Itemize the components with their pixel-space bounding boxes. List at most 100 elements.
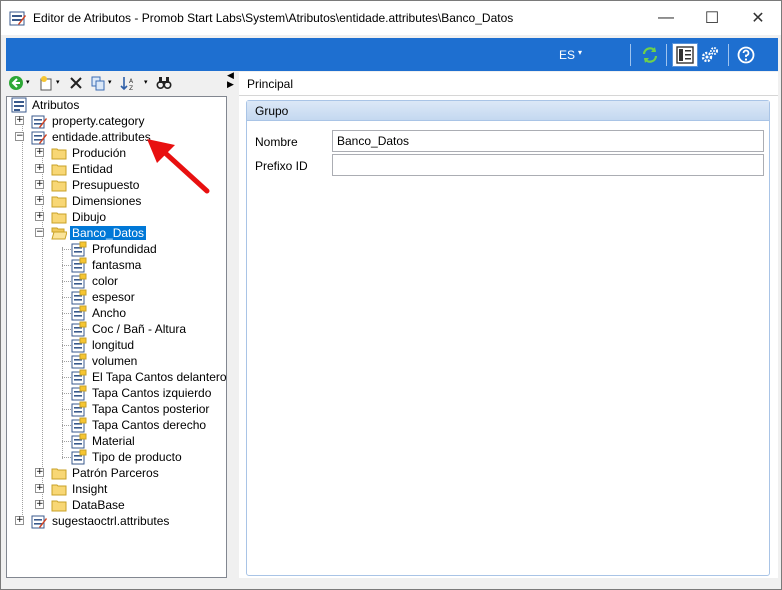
ribbon-separator [666,44,667,66]
tree-node[interactable]: Presupuesto [51,177,141,193]
tree-toolbar: ▾ ▾ ▾ A Z ▾ [6,72,226,94]
expand-plus-icon[interactable]: + [15,516,24,525]
ribbon-separator [630,44,631,66]
window-title: Editor de Atributos - Promob Start Labs\… [33,11,514,25]
collapse-minus-icon[interactable]: − [15,132,24,141]
settings-gears-icon[interactable] [701,46,719,64]
tree-node[interactable]: Dimensiones [51,193,143,209]
tree-node[interactable]: Material [71,433,137,449]
expand-plus-icon[interactable]: + [35,148,44,157]
collapse-minus-icon[interactable]: − [35,228,44,237]
tree-node-label: El Tapa Cantos delantero [92,370,227,384]
tree-line [62,249,71,250]
layout-panel-button[interactable] [672,43,698,67]
attribute-item-icon [71,401,87,417]
group-box: Grupo Nombre Prefixo ID [246,100,770,576]
chevron-down-icon[interactable]: ▾ [578,48,582,57]
tree-node[interactable]: longitud [71,337,136,353]
top-ribbon: ES ▾ [6,38,778,71]
tree-node[interactable]: DataBase [51,497,127,513]
tree-node[interactable]: El Tapa Cantos delantero [71,369,229,385]
back-green-icon[interactable] [8,75,24,91]
delete-icon[interactable] [68,75,84,91]
expand-plus-icon[interactable]: + [35,500,44,509]
tree-node-label: Insight [72,482,108,496]
help-icon[interactable] [737,46,755,64]
tree-node[interactable]: sugestaoctrl.attributes [31,513,171,529]
tree-line [62,393,71,394]
expand-plus-icon[interactable]: + [15,116,24,125]
tree-node[interactable]: Profundidad [71,241,159,257]
svg-text:A: A [129,78,134,85]
tree-node[interactable]: Patrón Parceros [51,465,161,481]
tree-node-label: Tipo de producto [92,450,182,464]
expand-plus-icon[interactable]: + [35,212,44,221]
expand-plus-icon[interactable]: + [35,468,44,477]
attribute-item-icon [71,305,87,321]
tree-line [62,409,71,410]
panel-splitter[interactable]: ◀ ▶ [227,71,237,91]
prefixo-id-field[interactable] [332,154,764,176]
tree-node[interactable]: Dibujo [51,209,108,225]
find-icon[interactable] [156,75,172,91]
tree-node-root[interactable]: Atributos [11,97,81,113]
expand-plus-icon[interactable]: + [35,196,44,205]
chevron-down-icon[interactable]: ▾ [108,78,112,86]
copy-icon[interactable] [90,75,106,91]
tree-line [22,119,23,523]
tree-node[interactable]: Tapa Cantos derecho [71,417,208,433]
tree-line [62,441,71,442]
expand-plus-icon[interactable]: + [35,180,44,189]
tree-node-label: Atributos [32,98,80,112]
tree-node[interactable]: color [71,273,120,289]
tree-node[interactable]: Tapa Cantos posterior [71,401,211,417]
tree-node-label: Ancho [92,306,127,320]
chevron-down-icon[interactable]: ▾ [26,78,30,86]
tree-node[interactable]: Entidad [51,161,115,177]
attributes-file-icon [31,113,47,129]
attribute-item-icon [71,385,87,401]
tree-node-label: Profundidad [92,242,157,256]
tree-node[interactable]: property.category [31,113,147,129]
tree-node[interactable]: fantasma [71,257,143,273]
maximize-button[interactable]: ☐ [689,1,735,34]
tree-line [62,329,71,330]
chevron-down-icon[interactable]: ▾ [56,78,60,86]
tree-node[interactable]: Ancho [71,305,128,321]
minimize-button[interactable]: — [643,1,689,34]
details-panel: Principal Grupo Nombre Prefixo ID [239,72,778,578]
nombre-field[interactable] [332,130,764,152]
minimize-icon: — [658,8,674,26]
tree-node[interactable]: espesor [71,289,137,305]
tree-node[interactable]: Banco_Datos [51,225,147,241]
folder-icon [51,481,67,497]
expand-plus-icon[interactable]: + [35,164,44,173]
title-bar: Editor de Atributos - Promob Start Labs\… [1,1,781,35]
expand-plus-icon[interactable]: + [35,484,44,493]
tree-node[interactable]: Produción [51,145,128,161]
tree-line [62,361,71,362]
tree-node[interactable]: Tapa Cantos izquierdo [71,385,213,401]
language-selector[interactable]: ES [559,48,575,62]
tab-principal[interactable]: Principal [247,77,293,91]
tree-node-label: espesor [92,290,135,304]
refresh-icon[interactable] [641,46,659,64]
tree-node[interactable]: volumen [71,353,139,369]
tree-node[interactable]: Insight [51,481,109,497]
attribute-item-icon [71,273,87,289]
app-icon [9,11,26,26]
tree-line [62,377,71,378]
close-button[interactable]: ✕ [735,1,781,34]
tree-node[interactable]: Coc / Bañ - Altura [71,321,188,337]
tree-node[interactable]: Tipo de producto [71,449,184,465]
tree-node-label: sugestaoctrl.attributes [52,514,170,528]
sort-icon[interactable]: A Z [120,75,136,91]
tree-node[interactable]: entidade.attributes [31,129,153,145]
new-item-icon[interactable] [38,75,54,91]
folder-icon [51,177,67,193]
attribute-item-icon [71,449,87,465]
tree-node-label: Entidad [72,162,113,176]
chevron-down-icon[interactable]: ▾ [144,78,148,86]
expand-right-icon[interactable]: ▶ [227,80,237,89]
tree-node-label: color [92,274,119,288]
